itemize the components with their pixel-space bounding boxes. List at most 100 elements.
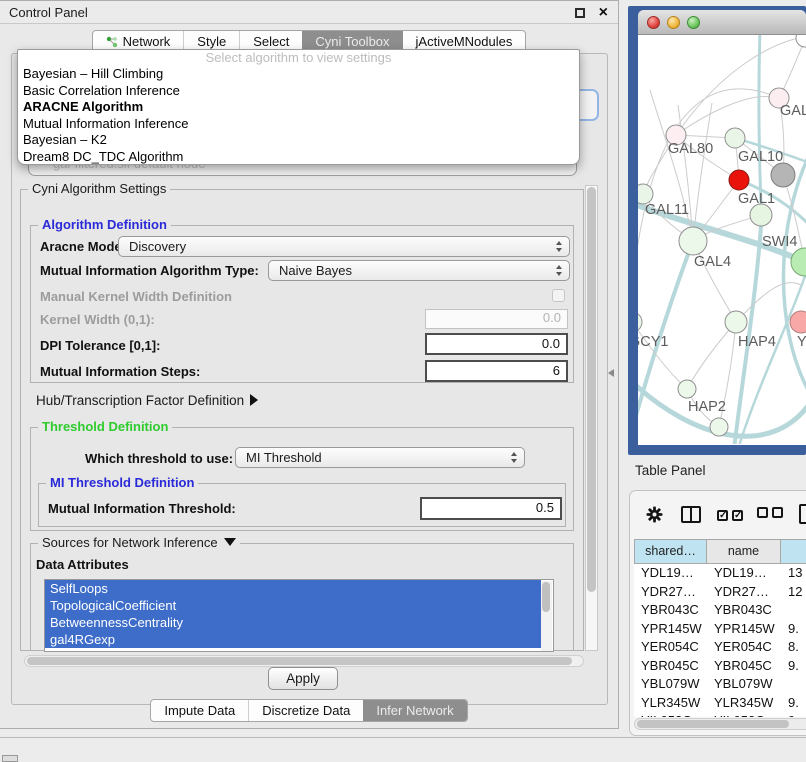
cell: 12 <box>781 583 806 602</box>
kernel-width-field[interactable]: 0.0 <box>425 309 568 329</box>
node-gal4[interactable] <box>679 227 707 255</box>
node-bright-green[interactable] <box>791 248 806 276</box>
splitter-collapse-icon[interactable] <box>608 369 614 377</box>
node[interactable] <box>710 418 728 436</box>
which-threshold-value: MI Threshold <box>246 450 322 465</box>
algorithm-definition-title: Algorithm Definition <box>38 218 171 232</box>
cell: YDR27… <box>634 583 707 602</box>
cell: 13 <box>781 564 806 583</box>
node-swi4[interactable] <box>750 204 772 226</box>
float-window-icon[interactable] <box>575 8 585 18</box>
list-item[interactable]: TopologicalCoefficient <box>45 597 541 614</box>
node-label: HAP4 <box>738 334 776 350</box>
close-icon[interactable]: × <box>599 2 608 24</box>
table-row[interactable]: YER054CYER054C8. <box>634 638 806 657</box>
bottom-tabstrip: Impute Data Discretize Data Infer Networ… <box>0 699 618 722</box>
network-canvas[interactable]: GAL GAL80 GAL10 GAL1 GAL11 SWI4 GAL4 GCY… <box>638 35 806 444</box>
node-label: GAL <box>780 103 806 119</box>
algorithm-option[interactable]: Basic Correlation Inference <box>18 83 579 100</box>
kernel-width-label: Kernel Width (0,1): <box>40 312 155 327</box>
settings-vscroll-thumb[interactable] <box>587 187 596 592</box>
tab-infer-network-label: Infer Network <box>376 703 453 718</box>
node-gray[interactable] <box>771 163 795 187</box>
node-gal10[interactable] <box>725 128 745 148</box>
table-row[interactable]: YIL052CYIL052C9 <box>634 712 806 717</box>
cyni-algorithm-settings-title: Cyni Algorithm Settings <box>28 182 170 196</box>
list-vscroll-thumb[interactable] <box>542 582 550 612</box>
algorithm-option-selected[interactable]: ARACNE Algorithm <box>18 99 579 116</box>
control-panel-window: Control Panel × Network Style Select Cyn… <box>0 0 619 729</box>
which-threshold-combo[interactable]: MI Threshold <box>235 447 525 468</box>
node-label: GAL80 <box>668 141 713 157</box>
network-window-titlebar[interactable] <box>638 10 806 35</box>
tab-jactivemnodules-label: jActiveMNodules <box>416 34 513 49</box>
list-item[interactable]: gal4RGexp <box>45 631 541 648</box>
settings-vertical-scrollbar[interactable] <box>585 185 598 651</box>
node-hap2[interactable] <box>678 380 696 398</box>
select-all-checks-icon[interactable]: ✓✓ <box>717 505 747 523</box>
tab-impute-data-label: Impute Data <box>164 703 235 718</box>
mi-type-combo[interactable]: Naive Bayes <box>268 260 570 281</box>
apply-button[interactable]: Apply <box>268 667 338 690</box>
gear-icon[interactable] <box>646 506 663 523</box>
table-hscroll-thumb[interactable] <box>637 720 789 728</box>
mi-threshold-field[interactable]: 0.5 <box>420 497 562 520</box>
table-row[interactable]: YDL19…YDL19…13 <box>634 564 806 583</box>
settings-horizontal-scrollbar[interactable] <box>24 655 584 667</box>
split-columns-icon[interactable] <box>681 506 701 523</box>
node-gcy1[interactable] <box>638 312 642 332</box>
table-row[interactable]: YPR145WYPR145W9. <box>634 620 806 639</box>
bottom-left-stub-button[interactable] <box>2 755 18 762</box>
node-hap4[interactable] <box>725 311 747 333</box>
table-row[interactable]: YBR043CYBR043C <box>634 601 806 620</box>
mi-threshold-definition-title: MI Threshold Definition <box>46 476 198 490</box>
aracne-mode-combo[interactable]: Discovery <box>118 236 570 257</box>
deselect-all-checks-icon[interactable] <box>757 505 787 523</box>
node-gal11[interactable] <box>638 184 653 204</box>
cell: YPR145W <box>707 620 781 639</box>
tab-select-label: Select <box>253 34 289 49</box>
algorithm-option[interactable]: Bayesian – K2 <box>18 132 579 149</box>
node[interactable] <box>796 35 806 47</box>
dpi-tolerance-field[interactable]: 0.0 <box>425 333 568 355</box>
node-salmon[interactable] <box>790 311 806 333</box>
node-label: SWI4 <box>762 234 797 250</box>
node-gal1-selected[interactable] <box>729 170 749 190</box>
table-row[interactable]: YBR045CYBR045C9. <box>634 657 806 676</box>
cell: 9. <box>781 620 806 639</box>
algorithm-option[interactable]: Dream8 DC_TDC Algorithm <box>18 149 579 165</box>
mi-steps-field[interactable]: 6 <box>425 360 568 382</box>
cell: YBR043C <box>634 601 707 620</box>
collapsed-arrow-icon <box>250 394 258 406</box>
tab-impute-data[interactable]: Impute Data <box>151 700 248 721</box>
list-vertical-scrollbar[interactable] <box>541 581 552 652</box>
table-horizontal-scrollbar[interactable] <box>634 718 806 730</box>
minimize-traffic-light-icon[interactable] <box>667 16 680 29</box>
column-header-third[interactable] <box>781 539 806 564</box>
document-icon[interactable] <box>799 504 806 524</box>
table-row[interactable]: YBL079WYBL079W <box>634 675 806 694</box>
close-traffic-light-icon[interactable] <box>647 16 660 29</box>
node-label: Y <box>797 334 806 350</box>
zoom-traffic-light-icon[interactable] <box>687 16 700 29</box>
sources-toggle[interactable]: Sources for Network Inference <box>38 536 240 550</box>
table-row[interactable]: YDR27…YDR27…12 <box>634 583 806 602</box>
tab-network-label: Network <box>123 34 171 49</box>
settings-hscroll-thumb[interactable] <box>27 657 572 665</box>
algorithm-option[interactable]: Mutual Information Inference <box>18 116 579 133</box>
cell: YBL079W <box>634 675 707 694</box>
manual-kernel-checkbox[interactable] <box>552 289 565 302</box>
aracne-mode-label: Aracne Mode: <box>40 239 126 254</box>
list-item[interactable]: SelfLoops <box>45 580 541 597</box>
tab-discretize-data-label: Discretize Data <box>262 703 350 718</box>
column-header-shared[interactable]: shared… <box>634 539 707 564</box>
column-header-name[interactable]: name <box>707 539 781 564</box>
tab-discretize-data[interactable]: Discretize Data <box>248 700 363 721</box>
tab-infer-network[interactable]: Infer Network <box>363 700 466 721</box>
hub-definition-toggle[interactable]: Hub/Transcription Factor Definition <box>36 393 258 408</box>
list-item[interactable]: BetweennessCentrality <box>45 614 541 631</box>
algorithm-option[interactable]: Bayesian – Hill Climbing <box>18 66 579 83</box>
cell: YER054C <box>634 638 707 657</box>
cell: YBR045C <box>707 657 781 676</box>
table-row[interactable]: YLR345WYLR345W9. <box>634 694 806 713</box>
